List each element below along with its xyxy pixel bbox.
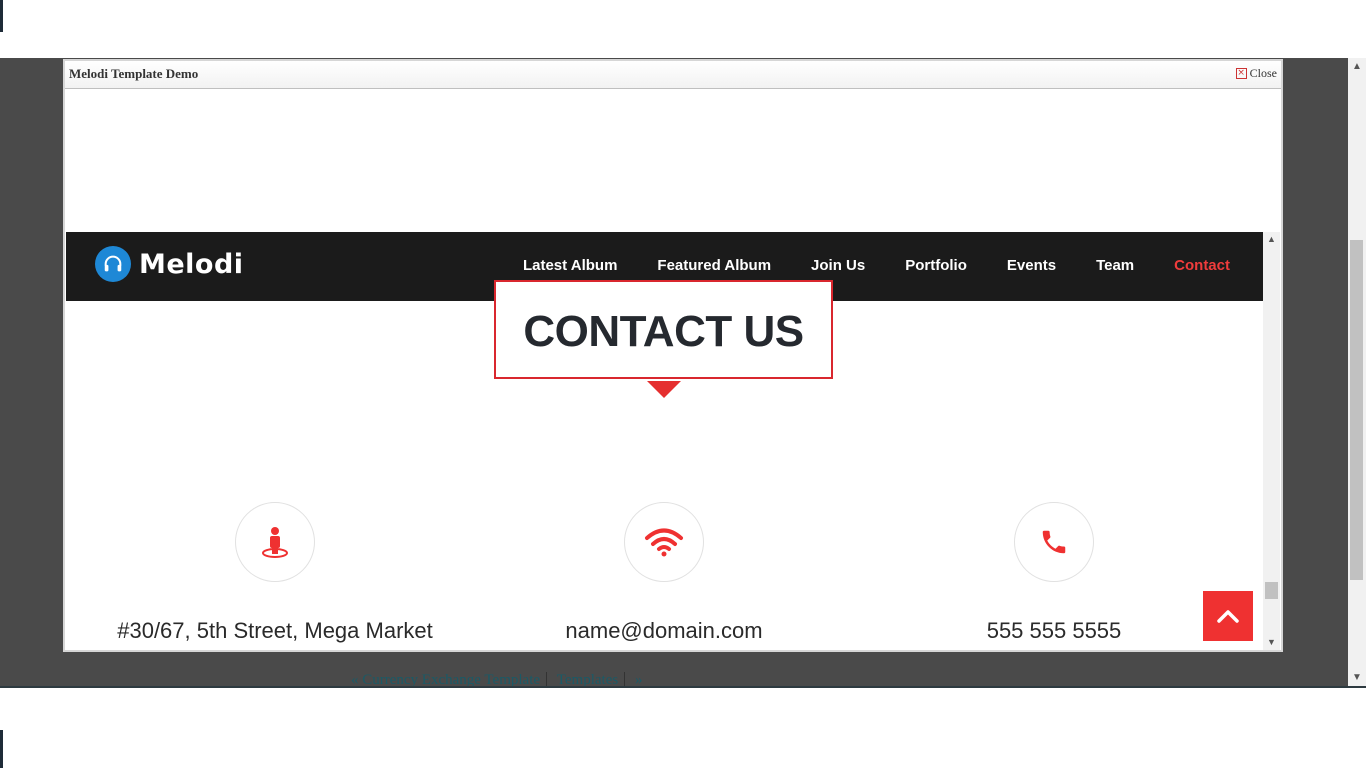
nav-portfolio[interactable]: Portfolio <box>905 257 967 274</box>
heading-pointer <box>647 381 681 398</box>
frame-scroll-down-icon[interactable]: ▼ <box>1263 635 1280 650</box>
nav-latest-album[interactable]: Latest Album <box>523 257 617 274</box>
brand-name[interactable]: Melodi <box>139 249 244 280</box>
frame-scrollbar[interactable]: ▲ ▼ <box>1263 232 1280 650</box>
corner-mark-top <box>0 0 3 32</box>
headphones-icon <box>95 246 131 282</box>
brand[interactable]: Melodi <box>95 246 244 282</box>
wifi-icon <box>624 502 704 582</box>
email-block: name@domain.com <box>464 502 864 644</box>
phone-block: 555 555 5555 <box>854 502 1254 644</box>
contact-heading-box: CONTACT US <box>494 280 833 379</box>
email-text[interactable]: name@domain.com <box>464 618 864 644</box>
phone-text[interactable]: 555 555 5555 <box>854 618 1254 644</box>
page-title: CONTACT US <box>523 306 804 356</box>
frame-scroll-up-icon[interactable]: ▲ <box>1263 232 1280 247</box>
modal-header: Melodi Template Demo × Close <box>65 61 1281 89</box>
back-to-top-button[interactable] <box>1203 591 1253 641</box>
address-block: #30/67, 5th Street, Mega Market <box>75 502 475 644</box>
modal-close-button[interactable]: × Close <box>1235 66 1277 81</box>
phone-icon <box>1014 502 1094 582</box>
nav-events[interactable]: Events <box>1007 257 1056 274</box>
demo-modal: Melodi Template Demo × Close Melodi Late… <box>63 59 1283 652</box>
person-location-icon <box>235 502 315 582</box>
nav-team[interactable]: Team <box>1096 257 1134 274</box>
page-scrollbar-thumb[interactable] <box>1350 240 1363 580</box>
nav-join-us[interactable]: Join Us <box>811 257 865 274</box>
frame-scrollbar-thumb[interactable] <box>1265 582 1278 599</box>
modal-title: Melodi Template Demo <box>69 66 199 81</box>
nav-contact[interactable]: Contact <box>1174 257 1230 274</box>
address-text: #30/67, 5th Street, Mega Market <box>117 618 433 643</box>
nav-menu: Latest Album Featured Album Join Us Port… <box>523 257 1230 274</box>
page-scrollbar[interactable]: ▲ ▼ <box>1348 58 1366 686</box>
close-label[interactable]: Close <box>1250 66 1277 81</box>
corner-mark-bottom <box>0 730 3 768</box>
frame-blank-area <box>66 89 1280 232</box>
close-icon[interactable]: × <box>1235 68 1247 79</box>
page-bottom-strip <box>0 686 1366 770</box>
nav-featured-album[interactable]: Featured Album <box>657 257 771 274</box>
frame-viewport: Melodi Latest Album Featured Album Join … <box>66 232 1280 650</box>
page-top-strip <box>0 0 1366 58</box>
scroll-down-arrow-icon[interactable]: ▼ <box>1348 669 1366 686</box>
chevron-up-icon <box>1217 610 1239 623</box>
demo-frame: Melodi Latest Album Featured Album Join … <box>66 89 1280 650</box>
scroll-up-arrow-icon[interactable]: ▲ <box>1348 58 1366 75</box>
